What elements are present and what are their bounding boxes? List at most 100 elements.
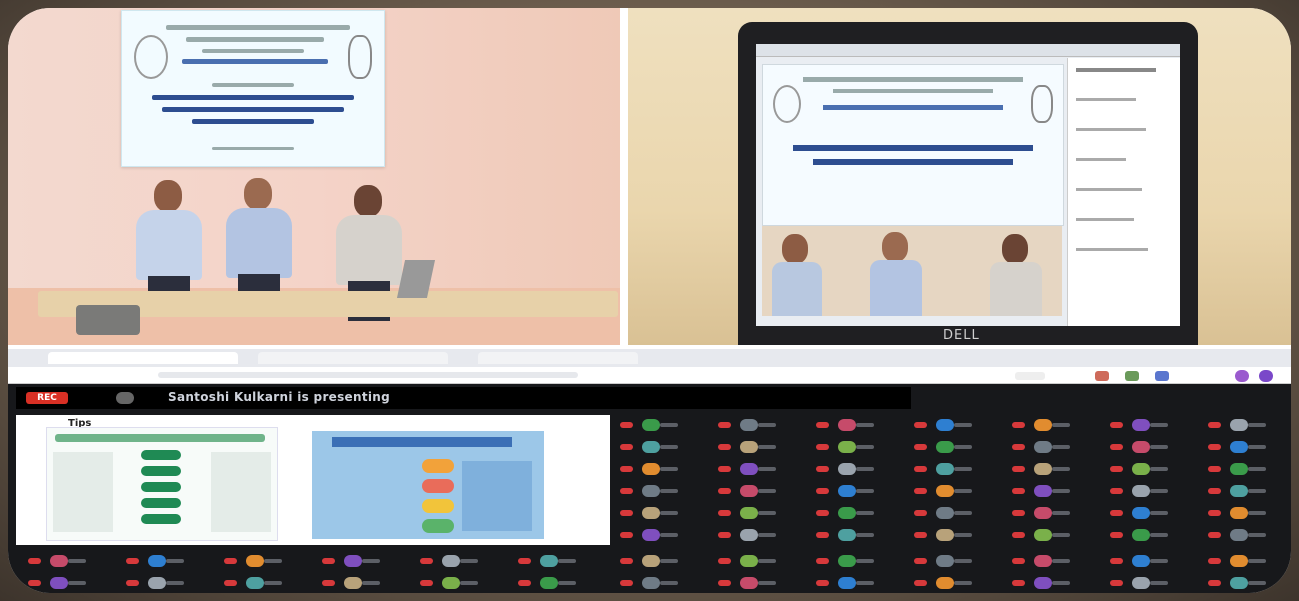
participant-tile	[1012, 441, 1070, 453]
participant-tile	[1110, 529, 1168, 541]
muted-mic-icon	[1208, 580, 1221, 586]
participant-tile	[914, 577, 972, 589]
muted-mic-icon	[322, 558, 335, 564]
participant-tile	[322, 577, 380, 589]
participant-avatar	[442, 577, 460, 589]
participant-name	[758, 445, 776, 449]
muted-mic-icon	[718, 422, 731, 428]
participant-tile	[914, 441, 972, 453]
muted-mic-icon	[620, 580, 633, 586]
participant-avatar	[1230, 529, 1248, 541]
participant-name	[1052, 467, 1070, 471]
banner-line	[182, 59, 328, 64]
participant-name	[660, 533, 678, 537]
participant-name	[758, 581, 776, 585]
banner-line	[212, 83, 294, 87]
muted-mic-icon	[28, 580, 41, 586]
participant-name	[1150, 467, 1168, 471]
participant-tile	[1012, 463, 1070, 475]
muted-mic-icon	[1110, 422, 1123, 428]
muted-mic-icon	[718, 580, 731, 586]
muted-mic-icon	[718, 532, 731, 538]
participant-name	[264, 559, 282, 563]
muted-mic-icon	[1110, 532, 1123, 538]
participant-name	[1150, 489, 1168, 493]
participant-tile	[224, 577, 282, 589]
muted-mic-icon	[1012, 510, 1025, 516]
muted-mic-icon	[914, 580, 927, 586]
muted-mic-icon	[1012, 422, 1025, 428]
muted-mic-icon	[1208, 488, 1221, 494]
participant-tile	[816, 577, 874, 589]
muted-mic-icon	[718, 488, 731, 494]
participant-avatar	[1230, 419, 1248, 431]
participant-name	[1052, 559, 1070, 563]
participant-avatar	[540, 555, 558, 567]
meeting-screenshot: REC Santoshi Kulkarni is presenting Tips	[8, 345, 1291, 593]
participant-name	[758, 467, 776, 471]
photo-seminar-hall	[8, 8, 620, 345]
participant-name	[1150, 559, 1168, 563]
participant-avatar	[1230, 555, 1248, 567]
muted-mic-icon	[816, 488, 829, 494]
muted-mic-icon	[620, 558, 633, 564]
collage: DELL REC Santoshi Kulkarni is presenting…	[8, 8, 1291, 593]
muted-mic-icon	[1110, 558, 1123, 564]
participant-tile	[1208, 463, 1266, 475]
participant-name	[660, 467, 678, 471]
muted-mic-icon	[420, 558, 433, 564]
banner-line	[166, 25, 350, 30]
participant-name	[558, 559, 576, 563]
participant-tile	[718, 485, 776, 497]
participant-avatar	[838, 555, 856, 567]
participant-tile	[126, 577, 184, 589]
participant-name	[1248, 533, 1266, 537]
participant-avatar	[1034, 555, 1052, 567]
participant-tile	[816, 441, 874, 453]
participant-avatar	[1132, 419, 1150, 431]
photo-laptop: DELL	[628, 8, 1291, 345]
banner-line	[186, 37, 324, 42]
participant-avatar	[740, 485, 758, 497]
muted-mic-icon	[620, 422, 633, 428]
participant-tile	[1110, 577, 1168, 589]
participant-tile	[718, 507, 776, 519]
muted-mic-icon	[816, 558, 829, 564]
participant-name	[856, 445, 874, 449]
participant-name	[1052, 445, 1070, 449]
participant-avatar	[838, 441, 856, 453]
participant-avatar	[936, 463, 954, 475]
muted-mic-icon	[816, 422, 829, 428]
participant-name	[166, 559, 184, 563]
participant-avatar	[1034, 507, 1052, 519]
muted-mic-icon	[1012, 488, 1025, 494]
muted-mic-icon	[518, 558, 531, 564]
participant-tile	[1012, 577, 1070, 589]
participant-tile	[1110, 555, 1168, 567]
participant-avatar	[1034, 441, 1052, 453]
muted-mic-icon	[816, 444, 829, 450]
seminar-banner	[121, 10, 385, 167]
slide-poster-right	[312, 431, 544, 539]
participant-tile	[620, 507, 678, 519]
participant-name	[856, 581, 874, 585]
muted-mic-icon	[322, 580, 335, 586]
presenter-avatar	[116, 392, 134, 404]
participant-avatar	[740, 507, 758, 519]
participant-name	[1248, 423, 1266, 427]
presenting-label: Santoshi Kulkarni is presenting	[168, 390, 391, 404]
participant-avatar	[838, 577, 856, 589]
participant-avatar	[540, 577, 558, 589]
participant-avatar	[642, 529, 660, 541]
participant-name	[856, 559, 874, 563]
muted-mic-icon	[816, 510, 829, 516]
muted-mic-icon	[620, 466, 633, 472]
participant-name	[954, 511, 972, 515]
participant-tile	[816, 485, 874, 497]
participant-tile	[620, 555, 678, 567]
participant-name	[758, 511, 776, 515]
participant-tile	[1012, 529, 1070, 541]
participant-name	[460, 559, 478, 563]
laptop-shared-banner	[762, 64, 1064, 226]
participant-tile	[1110, 463, 1168, 475]
